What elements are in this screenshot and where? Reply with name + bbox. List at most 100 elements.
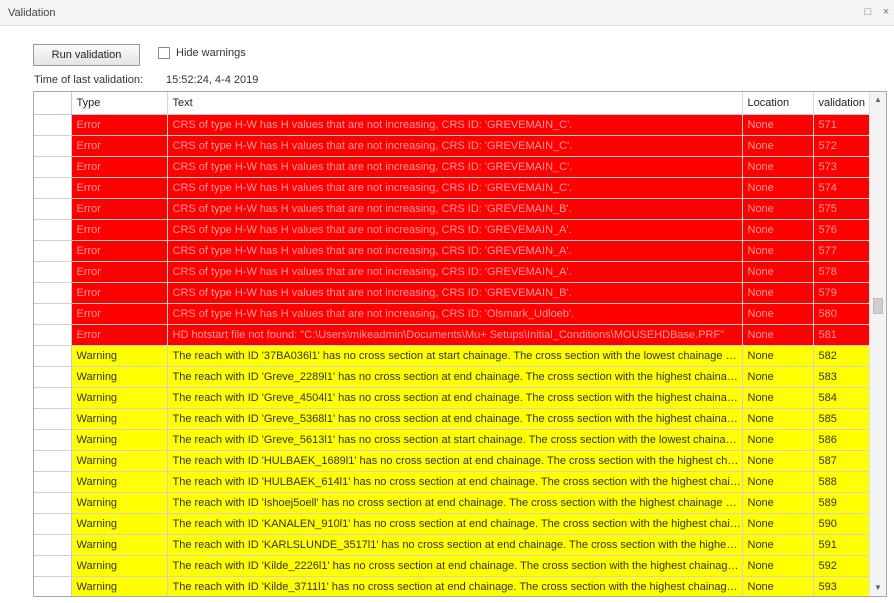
row-header[interactable] bbox=[34, 534, 72, 556]
cell-location[interactable]: None bbox=[742, 555, 814, 577]
cell-validation-id[interactable]: 571 bbox=[813, 114, 870, 136]
cell-text[interactable]: CRS of type H-W has H values that are no… bbox=[167, 261, 743, 283]
cell-type[interactable]: Error bbox=[71, 324, 168, 346]
cell-text[interactable]: CRS of type H-W has H values that are no… bbox=[167, 135, 743, 157]
cell-text[interactable]: The reach with ID 'Ishoej5oell' has no c… bbox=[167, 492, 743, 514]
cell-location[interactable]: None bbox=[742, 366, 814, 388]
cell-location[interactable]: None bbox=[742, 135, 814, 157]
cell-location[interactable]: None bbox=[742, 261, 814, 283]
cell-validation-id[interactable]: 575 bbox=[813, 198, 870, 220]
table-row[interactable]: Error HD hotstart file not found: "C:\Use… bbox=[34, 324, 870, 346]
cell-type[interactable]: Error bbox=[71, 240, 168, 262]
restore-icon[interactable]: □ bbox=[862, 6, 874, 18]
cell-validation-id[interactable]: 578 bbox=[813, 261, 870, 283]
cell-text[interactable]: CRS of type H-W has H values that are no… bbox=[167, 282, 743, 304]
cell-text[interactable]: The reach with ID 'KARLSLUNDE_3517l1' ha… bbox=[167, 534, 743, 556]
cell-type[interactable]: Warning bbox=[71, 429, 168, 451]
cell-validation-id[interactable]: 591 bbox=[813, 534, 870, 556]
scroll-down-icon[interactable]: ▼ bbox=[870, 580, 886, 596]
cell-text[interactable]: CRS of type H-W has H values that are no… bbox=[167, 156, 743, 178]
row-header[interactable] bbox=[34, 345, 72, 367]
cell-location[interactable]: None bbox=[742, 177, 814, 199]
cell-location[interactable]: None bbox=[742, 450, 814, 472]
cell-text[interactable]: CRS of type H-W has H values that are no… bbox=[167, 303, 743, 325]
cell-validation-id[interactable]: 581 bbox=[813, 324, 870, 346]
row-header[interactable] bbox=[34, 135, 72, 157]
cell-location[interactable]: None bbox=[742, 282, 814, 304]
row-header[interactable] bbox=[34, 261, 72, 283]
cell-text[interactable]: The reach with ID '37BA036l1' has no cro… bbox=[167, 345, 743, 367]
close-icon[interactable]: × bbox=[880, 6, 892, 18]
cell-text[interactable]: The reach with ID 'KANALEN_910l1' has no… bbox=[167, 513, 743, 535]
cell-text[interactable]: CRS of type H-W has H values that are no… bbox=[167, 240, 743, 262]
cell-location[interactable]: None bbox=[742, 324, 814, 346]
table-row[interactable]: Error CRS of type H-W has H values that a… bbox=[34, 261, 870, 283]
cell-validation-id[interactable]: 572 bbox=[813, 135, 870, 157]
cell-text[interactable]: The reach with ID 'Greve_2289l1' has no … bbox=[167, 366, 743, 388]
cell-location[interactable]: None bbox=[742, 492, 814, 514]
cell-text[interactable]: CRS of type H-W has H values that are no… bbox=[167, 114, 743, 136]
cell-type[interactable]: Warning bbox=[71, 387, 168, 409]
table-row[interactable]: Warning The reach with ID 'Ishoej5oell' h… bbox=[34, 492, 870, 514]
row-header[interactable] bbox=[34, 240, 72, 262]
cell-type[interactable]: Error bbox=[71, 135, 168, 157]
cell-type[interactable]: Error bbox=[71, 198, 168, 220]
row-header[interactable] bbox=[34, 219, 72, 241]
cell-text[interactable]: CRS of type H-W has H values that are no… bbox=[167, 219, 743, 241]
run-validation-button[interactable]: Run validation bbox=[33, 44, 140, 66]
row-header[interactable] bbox=[34, 576, 72, 596]
row-header[interactable] bbox=[34, 492, 72, 514]
cell-validation-id[interactable]: 579 bbox=[813, 282, 870, 304]
cell-type[interactable]: Error bbox=[71, 219, 168, 241]
cell-location[interactable]: None bbox=[742, 513, 814, 535]
cell-validation-id[interactable]: 582 bbox=[813, 345, 870, 367]
table-row[interactable]: Error CRS of type H-W has H values that a… bbox=[34, 135, 870, 157]
scroll-up-icon[interactable]: ▲ bbox=[870, 92, 886, 108]
table-row[interactable]: Error CRS of type H-W has H values that a… bbox=[34, 240, 870, 262]
row-header[interactable] bbox=[34, 303, 72, 325]
table-row[interactable]: Error CRS of type H-W has H values that a… bbox=[34, 219, 870, 241]
cell-validation-id[interactable]: 584 bbox=[813, 387, 870, 409]
cell-type[interactable]: Warning bbox=[71, 408, 168, 430]
cell-validation-id[interactable]: 580 bbox=[813, 303, 870, 325]
cell-type[interactable]: Warning bbox=[71, 471, 168, 493]
column-header-validation[interactable]: validation bbox=[813, 92, 870, 115]
cell-location[interactable]: None bbox=[742, 387, 814, 409]
table-row[interactable]: Warning The reach with ID 'Greve_2289l1' … bbox=[34, 366, 870, 388]
cell-location[interactable]: None bbox=[742, 114, 814, 136]
row-header[interactable] bbox=[34, 282, 72, 304]
column-header-type[interactable]: Type bbox=[71, 92, 168, 115]
row-header[interactable] bbox=[34, 513, 72, 535]
row-header[interactable] bbox=[34, 324, 72, 346]
cell-type[interactable]: Warning bbox=[71, 534, 168, 556]
cell-location[interactable]: None bbox=[742, 471, 814, 493]
cell-validation-id[interactable]: 588 bbox=[813, 471, 870, 493]
table-row[interactable]: Warning The reach with ID 'KARLSLUNDE_351… bbox=[34, 534, 870, 556]
row-header[interactable] bbox=[34, 555, 72, 577]
cell-type[interactable]: Warning bbox=[71, 345, 168, 367]
cell-location[interactable]: None bbox=[742, 240, 814, 262]
table-row[interactable]: Error CRS of type H-W has H values that a… bbox=[34, 198, 870, 220]
cell-type[interactable]: Error bbox=[71, 114, 168, 136]
table-row[interactable]: Warning The reach with ID 'HULBAEK_1689l1… bbox=[34, 450, 870, 472]
cell-validation-id[interactable]: 590 bbox=[813, 513, 870, 535]
cell-text[interactable]: CRS of type H-W has H values that are no… bbox=[167, 198, 743, 220]
cell-validation-id[interactable]: 573 bbox=[813, 156, 870, 178]
cell-type[interactable]: Warning bbox=[71, 492, 168, 514]
row-header[interactable] bbox=[34, 471, 72, 493]
cell-type[interactable]: Warning bbox=[71, 513, 168, 535]
cell-location[interactable]: None bbox=[742, 156, 814, 178]
column-header-location[interactable]: Location bbox=[742, 92, 814, 115]
cell-type[interactable]: Error bbox=[71, 303, 168, 325]
table-row[interactable]: Warning The reach with ID 'Kilde_2226l1' … bbox=[34, 555, 870, 577]
row-header[interactable] bbox=[34, 450, 72, 472]
cell-validation-id[interactable]: 576 bbox=[813, 219, 870, 241]
cell-validation-id[interactable]: 585 bbox=[813, 408, 870, 430]
cell-validation-id[interactable]: 583 bbox=[813, 366, 870, 388]
table-row[interactable]: Warning The reach with ID 'Greve_5613l1' … bbox=[34, 429, 870, 451]
cell-validation-id[interactable]: 574 bbox=[813, 177, 870, 199]
cell-type[interactable]: Warning bbox=[71, 366, 168, 388]
cell-text[interactable]: The reach with ID 'HULBAEK_614l1' has no… bbox=[167, 471, 743, 493]
cell-type[interactable]: Error bbox=[71, 156, 168, 178]
cell-text[interactable]: The reach with ID 'HULBAEK_1689l1' has n… bbox=[167, 450, 743, 472]
